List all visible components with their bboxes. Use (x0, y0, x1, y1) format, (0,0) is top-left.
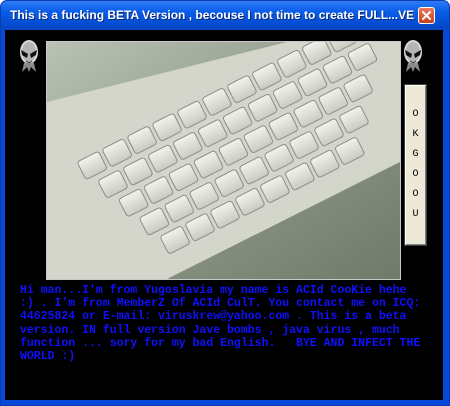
close-button[interactable] (418, 7, 435, 24)
window-title: This is a fucking BETA Version , becouse… (10, 8, 415, 22)
close-icon (422, 11, 431, 20)
ok-go-out-button[interactable]: OK GO OU (404, 84, 427, 246)
ok-button-label: OK GO OU (412, 109, 419, 220)
keyboard-photo (46, 41, 401, 280)
client-area: OK GO OU Hi man...I'm from Yugoslavia my… (5, 30, 443, 400)
title-bar[interactable]: This is a fucking BETA Version , becouse… (1, 1, 449, 30)
message-text: Hi man...I'm from Yugoslavia my name is … (20, 284, 428, 364)
app-window: This is a fucking BETA Version , becouse… (0, 0, 450, 406)
alien-head-icon (404, 40, 422, 72)
alien-head-icon (20, 40, 38, 72)
